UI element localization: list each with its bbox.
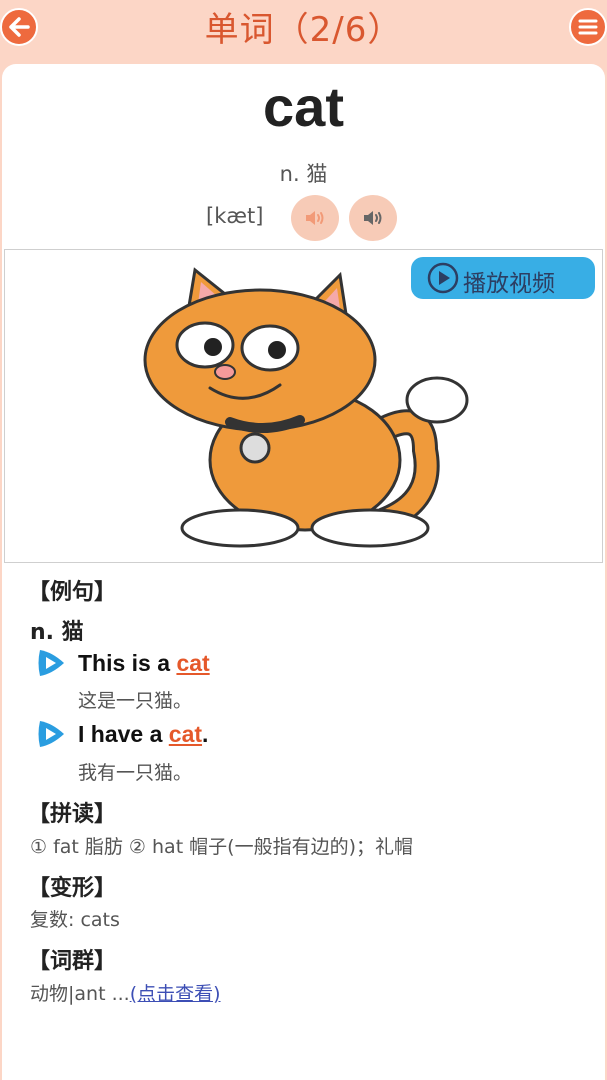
audio-button-2[interactable]: [349, 195, 397, 241]
examples-pos: n. 猫: [30, 620, 84, 645]
play-video-button[interactable]: 播放视频: [411, 257, 595, 299]
forms-text: 复数: cats: [30, 909, 120, 931]
speaker-icon: [364, 211, 382, 225]
word-meaning: n. 猫: [279, 162, 328, 186]
examples-heading: 【例句】: [28, 580, 117, 605]
word-group-line: 动物|ant ...(点击查看): [30, 979, 221, 1006]
play-circle-icon: [427, 262, 459, 294]
page-title: 单词（2/6）: [204, 10, 403, 50]
phonics-heading: 【拼读】: [28, 802, 117, 827]
word-phonetic: [kæt]: [206, 204, 264, 228]
word-text: cat: [263, 75, 344, 138]
example-sentence-1: This is a cat: [78, 650, 210, 676]
word-group-heading: 【词群】: [28, 949, 117, 974]
forms-heading: 【变形】: [28, 876, 117, 901]
example-sentence-2: I have a cat.: [78, 721, 209, 747]
example-translation-2: 我有一只猫。: [78, 762, 193, 784]
keyword-highlight: cat: [176, 650, 210, 676]
menu-icon: [578, 19, 598, 35]
play-video-label: 播放视频: [463, 271, 555, 297]
word-group-text: 动物|ant ...: [30, 983, 130, 1005]
menu-button[interactable]: [569, 8, 607, 46]
example-translation-1: 这是一只猫。: [78, 690, 193, 712]
speaker-icon: [306, 211, 324, 225]
play-sentence-2-icon[interactable]: [34, 719, 66, 749]
play-sentence-1-icon[interactable]: [34, 648, 66, 678]
view-more-link[interactable]: (点击查看): [130, 983, 221, 1005]
phonics-text: ① fat 脂肪 ② hat 帽子(一般指有边的)；礼帽: [30, 836, 414, 858]
keyword-highlight: cat: [168, 721, 203, 747]
audio-button-1[interactable]: [291, 195, 339, 241]
header: 单词（2/6）: [0, 0, 607, 56]
